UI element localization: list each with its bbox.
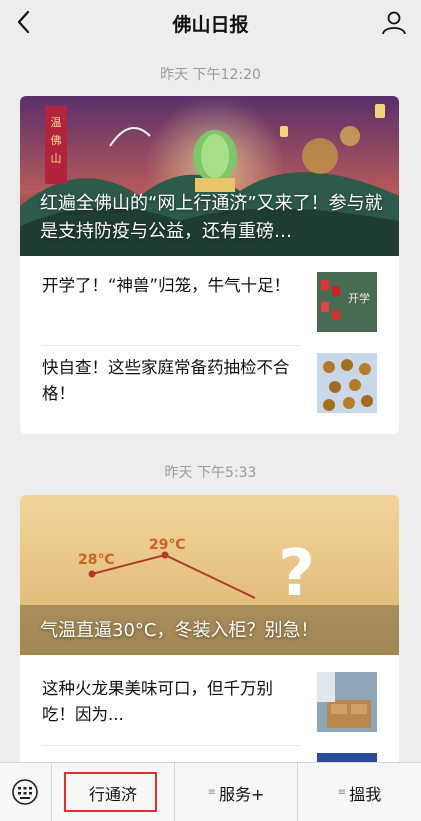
article-thumbnail: [317, 672, 377, 732]
article-title: 这种火龙果美味可口，但千万别吃！因为...: [42, 679, 273, 724]
page-title: 佛山日报: [172, 14, 249, 36]
article-card: 温 佛 山 红遍全佛山的“网上行通济”又来了！参与就是支持防疫与公益，还有重磅……: [20, 96, 399, 434]
keyboard-toggle[interactable]: [0, 763, 52, 821]
article-thumbnail: [317, 353, 377, 413]
svg-text:山: 山: [51, 152, 62, 165]
article-title: 开学了！“神兽”归笼，牛气十足！: [42, 276, 291, 295]
svg-text:佛: 佛: [51, 134, 62, 147]
cover-title: 气温直逼30°C，冬装入柜？别急！: [40, 620, 319, 641]
cover-article[interactable]: 28℃ 29℃ ? 气温直逼30°C，冬装入柜？别急！: [20, 495, 399, 655]
top-bar: 佛山日报: [0, 0, 421, 46]
question-mark: ?: [278, 537, 315, 611]
svg-text:开学: 开学: [348, 291, 370, 305]
message-timestamp: 昨天 下午12:20: [160, 67, 261, 83]
svg-text:温: 温: [51, 116, 62, 129]
divider: [42, 745, 299, 746]
article-title: 快自查！这些家庭常备药抽检不合格！: [42, 358, 290, 403]
list-item[interactable]: 开学了！“神兽”归笼，牛气十足！ 开学: [20, 256, 399, 345]
article-thumbnail: 开学: [317, 272, 377, 332]
menu-item-services[interactable]: ≡ 服务+: [175, 763, 297, 821]
list-item[interactable]: 这种火龙果美味可口，但千万别吃！因为...: [20, 655, 399, 745]
chart-temp-label: 29℃: [149, 537, 185, 553]
cover-article[interactable]: 温 佛 山 红遍全佛山的“网上行通济”又来了！参与就是支持防疫与公益，还有重磅…: [20, 96, 399, 256]
keyboard-icon: [12, 779, 38, 805]
profile-icon[interactable]: [381, 10, 407, 36]
menu-label: 服务+: [218, 784, 265, 804]
cover-title: 红遍全佛山的“网上行通济”又来了！参与就是支持防疫与公益，还有重磅…: [40, 193, 383, 242]
list-item[interactable]: 快自查！这些家庭常备药抽检不合格！: [20, 346, 399, 434]
message-timestamp: 昨天 下午5:33: [164, 465, 257, 481]
submenu-icon: ≡: [337, 787, 346, 798]
menu-label: 搵我: [349, 784, 382, 804]
chart-temp-label: 28℃: [78, 552, 114, 568]
article-card: 28℃ 29℃ ? 气温直逼30°C，冬装入柜？别急！ 这种火龙果美味可口，但千…: [20, 495, 399, 775]
menu-item-contact[interactable]: ≡ 搵我: [298, 763, 421, 821]
submenu-icon: ≡: [207, 787, 216, 798]
highlight-box: [64, 772, 157, 812]
